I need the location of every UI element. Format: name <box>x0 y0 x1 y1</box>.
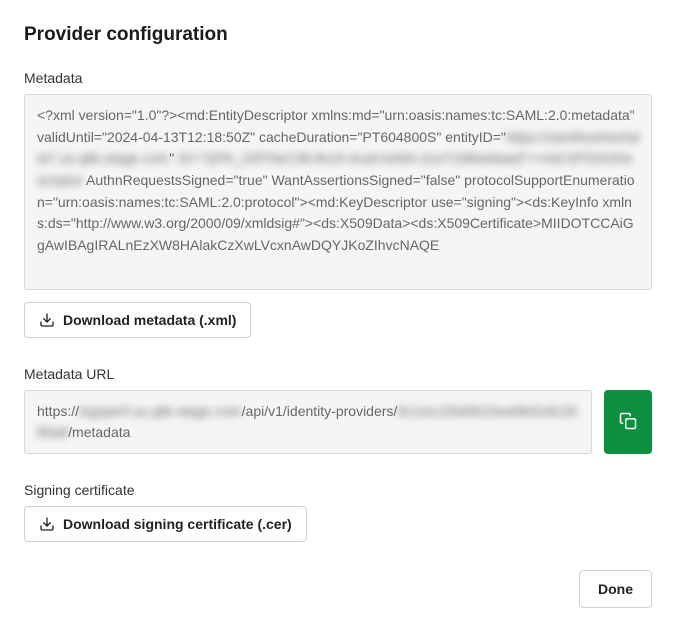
signing-cert-label: Signing certificate <box>24 482 652 498</box>
url-suffix: /metadata <box>68 424 130 440</box>
metadata-url-box[interactable]: https://logsperf.us.qlik-stage.com/api/v… <box>24 390 592 454</box>
url-redacted-host: logsperf.us.qlik-stage.com <box>79 403 242 419</box>
footer: Done <box>24 570 652 608</box>
metadata-section: Metadata <?xml version="1.0"?><md:Entity… <box>24 70 652 338</box>
signing-cert-section: Signing certificate Download signing cer… <box>24 482 652 542</box>
copy-url-button[interactable] <box>604 390 652 454</box>
metadata-xml-part3: AuthnRequestsSigned="true" WantAssertion… <box>37 172 635 253</box>
metadata-url-label: Metadata URL <box>24 366 652 382</box>
metadata-label: Metadata <box>24 70 652 86</box>
copy-icon <box>619 412 637 433</box>
metadata-xml-part2: " <box>169 150 178 166</box>
download-signing-cert-label: Download signing certificate (.cer) <box>63 516 292 532</box>
download-metadata-label: Download metadata (.xml) <box>63 312 236 328</box>
metadata-url-section: Metadata URL https://logsperf.us.qlik-st… <box>24 366 652 454</box>
done-button[interactable]: Done <box>579 570 652 608</box>
download-icon <box>39 312 55 328</box>
url-prefix: https:// <box>37 403 79 419</box>
download-signing-cert-button[interactable]: Download signing certificate (.cer) <box>24 506 307 542</box>
download-metadata-button[interactable]: Download metadata (.xml) <box>24 302 251 338</box>
page-title: Provider configuration <box>24 24 652 46</box>
url-mid: /api/v1/identity-providers/ <box>242 403 398 419</box>
metadata-xml-box[interactable]: <?xml version="1.0"?><md:EntityDescripto… <box>24 94 652 290</box>
download-icon <box>39 516 55 532</box>
